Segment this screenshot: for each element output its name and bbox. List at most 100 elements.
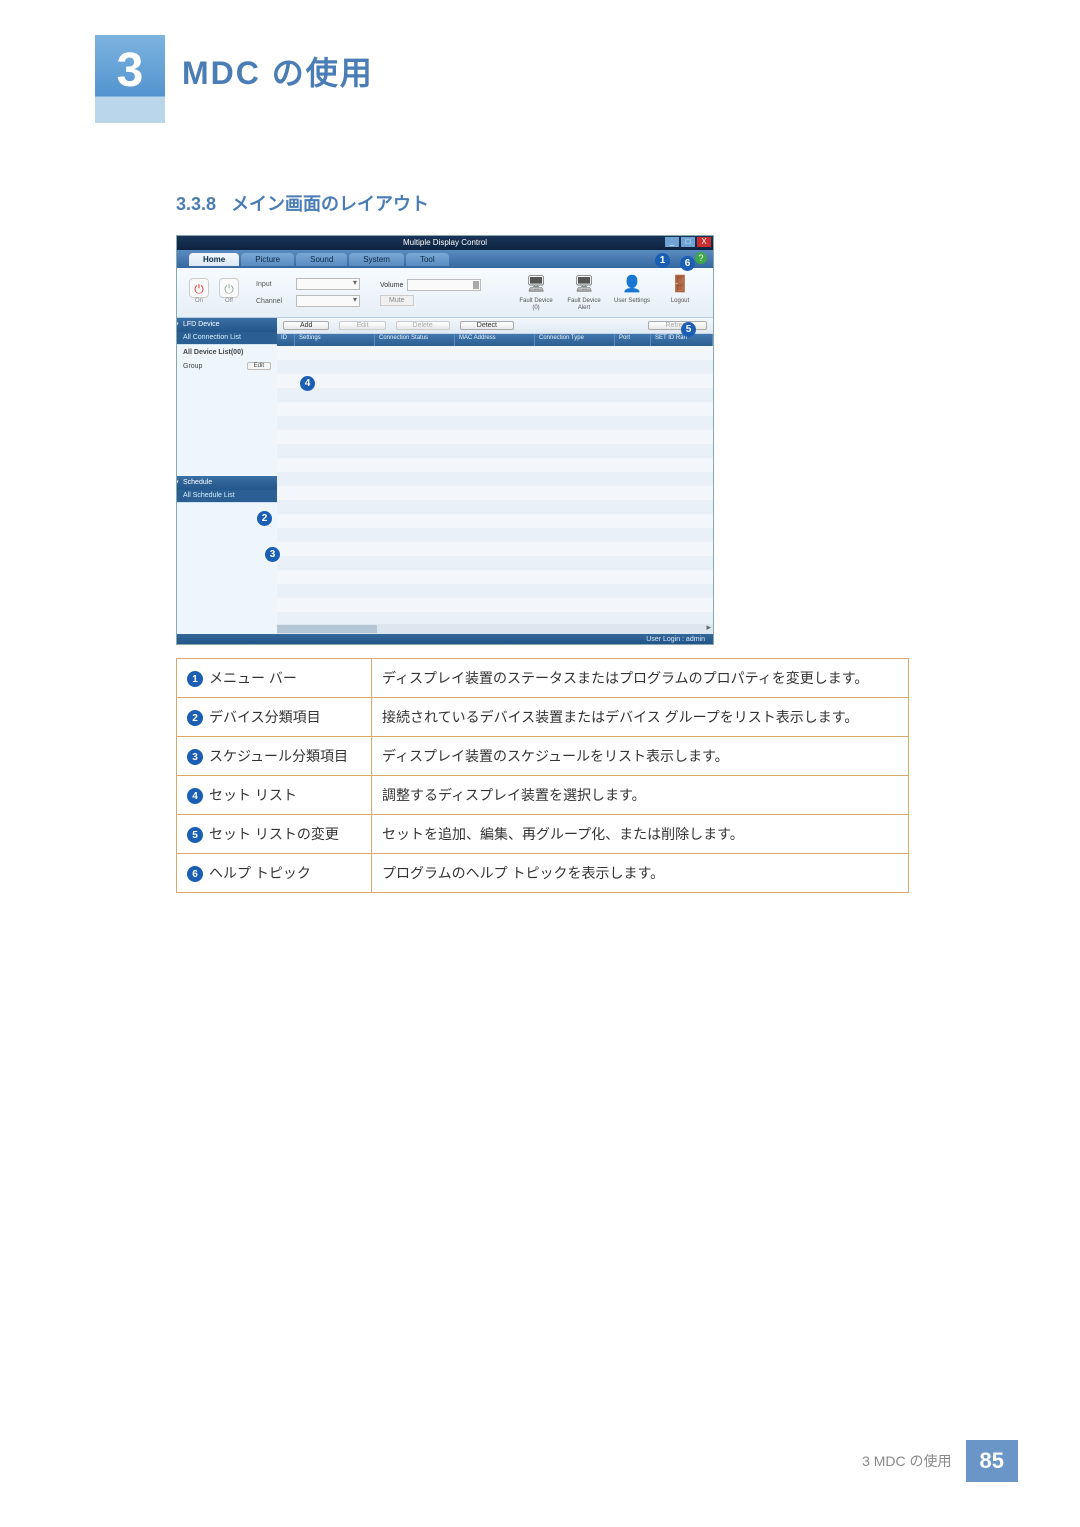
legend-label-2: デバイス分類項目 xyxy=(209,709,321,725)
window-buttons: _ □ X xyxy=(665,237,711,247)
page-number: 85 xyxy=(966,1440,1018,1482)
device-grid[interactable] xyxy=(277,346,713,624)
col-conn-status[interactable]: Connection Status xyxy=(375,334,455,346)
refresh-button[interactable]: Refresh xyxy=(648,321,707,330)
fault-alert-icon: 🖥 xyxy=(573,274,595,296)
col-id[interactable]: ID xyxy=(277,334,295,346)
col-port[interactable]: Port xyxy=(615,334,651,346)
callout-5: 5 xyxy=(681,322,696,337)
legend-desc-6: プログラムのヘルプ トピックを表示します。 xyxy=(372,854,909,893)
toolbar-right: 🖥 Fault Device (0) 🖥 Fault Device Alert … xyxy=(515,274,701,311)
power-group: ⏻ On ⏻ Off xyxy=(187,278,241,308)
legend-label-3: スケジュール分類項目 xyxy=(209,748,348,764)
volume-group: Volume Mute xyxy=(380,279,481,306)
window-titlebar: Multiple Display Control _ □ X xyxy=(177,236,713,250)
status-bar: User Login : admin xyxy=(177,634,713,645)
power-off-label: Off xyxy=(225,298,233,304)
schedule-header[interactable]: Schedule xyxy=(177,476,277,490)
device-pane: All Device List(00) Group Edit xyxy=(177,344,277,476)
callout-1: 1 xyxy=(655,253,670,268)
tab-picture[interactable]: Picture xyxy=(241,253,294,266)
legend-table: 1 メニュー バー ディスプレイ装置のステータスまたはプログラムのプロパティを変更… xyxy=(176,658,909,893)
input-dropdown[interactable] xyxy=(296,278,360,290)
tab-system[interactable]: System xyxy=(349,253,404,266)
section-heading: 3.3.8 メイン画面のレイアウト xyxy=(176,190,429,216)
edit-button[interactable]: Edit xyxy=(339,321,385,330)
logout-label: Logout xyxy=(671,298,689,305)
page-footer: 3 MDC の使用 85 xyxy=(862,1440,1018,1482)
power-off-button[interactable]: ⏻ Off xyxy=(217,278,241,308)
app-body: LFD Device All Connection List All Devic… xyxy=(177,318,713,634)
all-connection-list[interactable]: All Connection List xyxy=(177,332,277,344)
lfd-device-header[interactable]: LFD Device xyxy=(177,318,277,332)
tab-tool[interactable]: Tool xyxy=(406,253,449,266)
col-conn-type[interactable]: Connection Type xyxy=(535,334,615,346)
power-on-icon: ⏻ xyxy=(189,278,209,298)
legend-desc-4: 調整するディスプレイ装置を選択します。 xyxy=(372,776,909,815)
legend-num-6: 6 xyxy=(187,866,203,882)
sidebar: LFD Device All Connection List All Devic… xyxy=(177,318,277,634)
logout-icon: 🚪 xyxy=(669,274,691,296)
logout-button[interactable]: 🚪 Logout xyxy=(659,274,701,311)
callout-4: 4 xyxy=(300,376,315,391)
min-button[interactable]: _ xyxy=(665,237,679,247)
chapter-badge: 3 xyxy=(95,35,165,123)
section-title: メイン画面のレイアウト xyxy=(231,194,429,214)
legend-row-1: 1 メニュー バー ディスプレイ装置のステータスまたはプログラムのプロパティを変更… xyxy=(177,659,909,698)
col-settings[interactable]: Settings xyxy=(295,334,375,346)
legend-num-3: 3 xyxy=(187,749,203,765)
app-screenshot: Multiple Display Control _ □ X Home Pict… xyxy=(176,235,714,645)
delete-button[interactable]: Delete xyxy=(396,321,450,330)
action-bar: Add Edit Delete Detect Refresh xyxy=(277,318,713,334)
close-button[interactable]: X xyxy=(697,237,711,247)
all-schedule-list[interactable]: All Schedule List xyxy=(177,490,277,502)
power-off-icon: ⏻ xyxy=(219,278,239,298)
mute-button[interactable]: Mute xyxy=(380,295,414,306)
channel-dropdown[interactable] xyxy=(296,295,360,307)
volume-label: Volume xyxy=(380,282,403,289)
group-edit-button[interactable]: Edit xyxy=(247,362,271,370)
input-group: Input Channel xyxy=(256,278,360,307)
column-header-row: ID Settings Connection Status MAC Addres… xyxy=(277,334,713,346)
volume-slider[interactable] xyxy=(407,279,481,291)
power-on-label: On xyxy=(195,298,203,304)
legend-row-2: 2デバイス分類項目 接続されているデバイス装置またはデバイス グループをリスト表… xyxy=(177,698,909,737)
callout-2: 2 xyxy=(257,511,272,526)
legend-label-4: セット リスト xyxy=(209,787,297,803)
user-settings-icon: 👤 xyxy=(621,274,643,296)
legend-num-1: 1 xyxy=(187,671,203,687)
input-label: Input xyxy=(256,281,292,288)
legend-num-5: 5 xyxy=(187,827,203,843)
fault-alert-label: Fault Device Alert xyxy=(563,298,605,311)
legend-row-4: 4 セット リスト 調整するディスプレイ装置を選択します。 xyxy=(177,776,909,815)
user-settings-button[interactable]: 👤 User Settings xyxy=(611,274,653,311)
legend-row-5: 5セット リストの変更 セットを追加、編集、再グループ化、または削除します。 xyxy=(177,815,909,854)
fault-device-button[interactable]: 🖥 Fault Device (0) xyxy=(515,274,557,311)
detect-button[interactable]: Detect xyxy=(460,321,514,330)
fault-alert-button[interactable]: 🖥 Fault Device Alert xyxy=(563,274,605,311)
horizontal-scrollbar[interactable] xyxy=(277,624,713,634)
main-area: Add Edit Delete Detect Refresh ID Settin… xyxy=(277,318,713,634)
tab-sound[interactable]: Sound xyxy=(296,253,347,266)
legend-row-6: 6ヘルプ トピック プログラムのヘルプ トピックを表示します。 xyxy=(177,854,909,893)
legend-desc-1: ディスプレイ装置のステータスまたはプログラムのプロパティを変更します。 xyxy=(372,659,909,698)
col-mac[interactable]: MAC Address xyxy=(455,334,535,346)
section-number: 3.3.8 xyxy=(176,194,216,214)
help-icon[interactable]: ? xyxy=(695,252,707,264)
tab-home[interactable]: Home xyxy=(189,253,239,266)
fault-device-label: Fault Device (0) xyxy=(515,298,557,311)
legend-label-1: メニュー バー xyxy=(209,670,297,686)
user-settings-label: User Settings xyxy=(614,298,650,305)
add-button[interactable]: Add xyxy=(283,321,329,330)
max-button[interactable]: □ xyxy=(681,237,695,247)
legend-num-2: 2 xyxy=(187,710,203,726)
callout-6: 6 xyxy=(680,256,695,271)
col-setid[interactable]: SET ID Ran xyxy=(651,334,713,346)
callout-3: 3 xyxy=(265,547,280,562)
window-title: Multiple Display Control xyxy=(403,238,487,247)
legend-row-3: 3スケジュール分類項目 ディスプレイ装置のスケジュールをリスト表示します。 xyxy=(177,737,909,776)
legend-num-4: 4 xyxy=(187,788,203,804)
all-device-list-title: All Device List(00) xyxy=(183,349,271,356)
power-on-button[interactable]: ⏻ On xyxy=(187,278,211,308)
tab-bar: Home Picture Sound System Tool ? xyxy=(177,250,713,268)
